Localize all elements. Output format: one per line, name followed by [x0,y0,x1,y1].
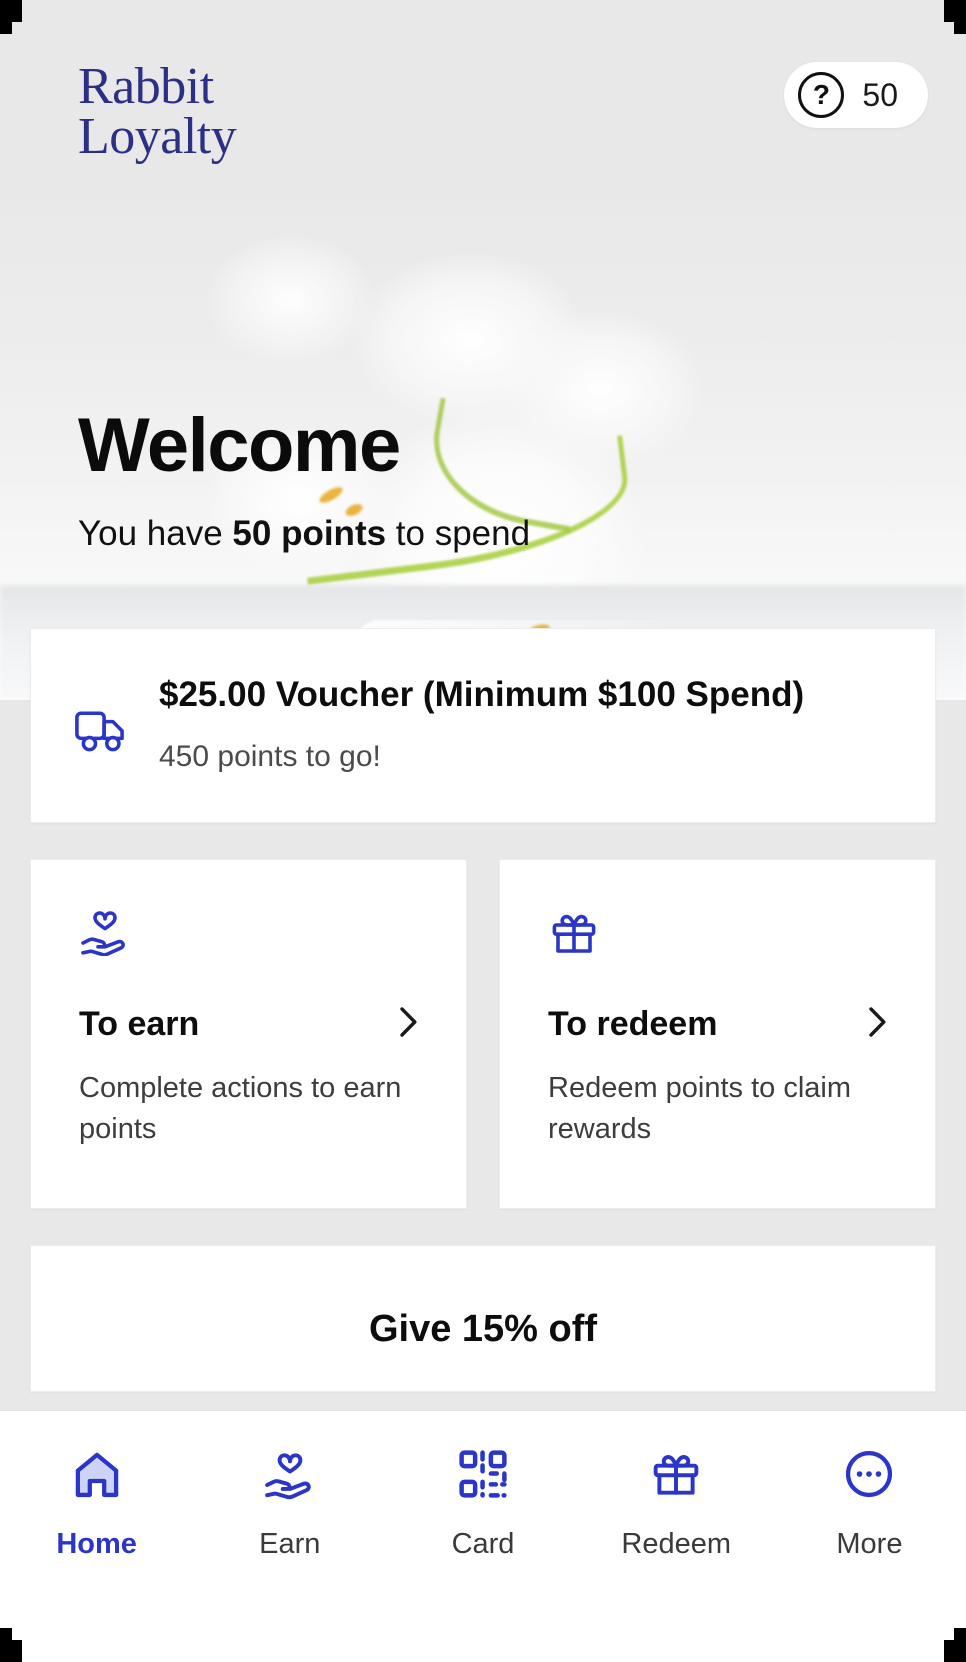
tile-to-redeem-description: Redeem points to claim rewards [548,1072,852,1146]
promo-title: Give 15% off [368,1308,598,1351]
nav-label-home: Home [56,1528,137,1560]
nav-item-home[interactable]: Home [0,1447,193,1561]
voucher-text-block: $25.00 Voucher (Minimum $100 Spend) 450 … [159,673,897,774]
tile-to-earn[interactable]: To earn Complete actions to earn points [30,859,467,1210]
voucher-progress-card[interactable]: $25.00 Voucher (Minimum $100 Spend) 450 … [30,628,936,824]
tile-to-earn-description: Complete actions to earn points [79,1072,402,1146]
points-balance-pill[interactable]: ? 50 [784,62,928,128]
gift-icon [649,1447,703,1506]
brand-logo-line2: Loyalty [78,107,237,165]
corner-marker-top-right-step [954,22,966,34]
action-tiles-row: To earn Complete actions to earn points [30,859,936,1210]
corner-marker-top-left [0,0,22,22]
page-title: Welcome [78,403,401,488]
bottom-navigation-bar: Home Earn Card Redeem More [0,1410,966,1662]
points-summary-suffix: to spend [386,514,531,553]
corner-marker-top-right [944,0,966,22]
nav-item-earn[interactable]: Earn [193,1447,386,1561]
nav-label-earn: Earn [259,1528,321,1560]
brand-logo[interactable]: Rabbit Loyalty [78,58,237,165]
nav-label-redeem: Redeem [621,1528,732,1560]
corner-marker-bottom-left [0,1640,22,1662]
voucher-progress-text: 450 points to go! [159,740,381,774]
question-circle-icon[interactable]: ? [798,72,845,118]
corner-marker-bottom-left-step [0,1628,12,1640]
tile-to-earn-title: To earn [79,1005,200,1044]
tile-to-redeem-header: To redeem [548,1005,903,1044]
chevron-right-icon[interactable] [867,1005,889,1044]
gift-icon [548,906,903,961]
tile-to-redeem[interactable]: To redeem Redeem points to claim rewards [499,859,936,1210]
corner-marker-bottom-right-step [954,1628,966,1640]
app-screen: Rabbit Loyalty ? 50 Welcome You have 50 … [0,0,966,1662]
points-balance-value: 50 [862,76,898,113]
hand-heart-icon [79,906,434,961]
voucher-title: $25.00 Voucher (Minimum $100 Spend) [159,675,805,714]
nav-item-redeem[interactable]: Redeem [580,1447,773,1561]
hand-heart-icon [263,1447,317,1506]
points-summary-strong: 50 points [232,514,387,553]
top-bar: Rabbit Loyalty ? 50 [0,0,966,210]
nav-item-more[interactable]: More [773,1447,966,1561]
points-summary-prefix: You have [78,514,233,553]
chevron-right-icon[interactable] [398,1005,420,1044]
brand-logo-line1: Rabbit [78,58,214,115]
tile-to-earn-header: To earn [79,1005,434,1044]
nav-label-more: More [836,1528,903,1560]
qr-code-icon [456,1447,510,1506]
more-dots-icon [842,1447,896,1506]
points-summary-text: You have 50 points to spend [78,514,530,554]
nav-item-card[interactable]: Card [386,1447,579,1561]
welcome-block: Welcome You have 50 points to spend [78,408,530,554]
nav-label-card: Card [451,1528,515,1560]
corner-marker-bottom-right [944,1640,966,1662]
home-icon [70,1447,124,1506]
delivery-truck-icon [73,707,131,758]
tile-to-redeem-title: To redeem [548,1005,718,1044]
promo-card-referral[interactable]: Give 15% off [30,1245,936,1393]
corner-marker-top-left-step [0,22,12,34]
